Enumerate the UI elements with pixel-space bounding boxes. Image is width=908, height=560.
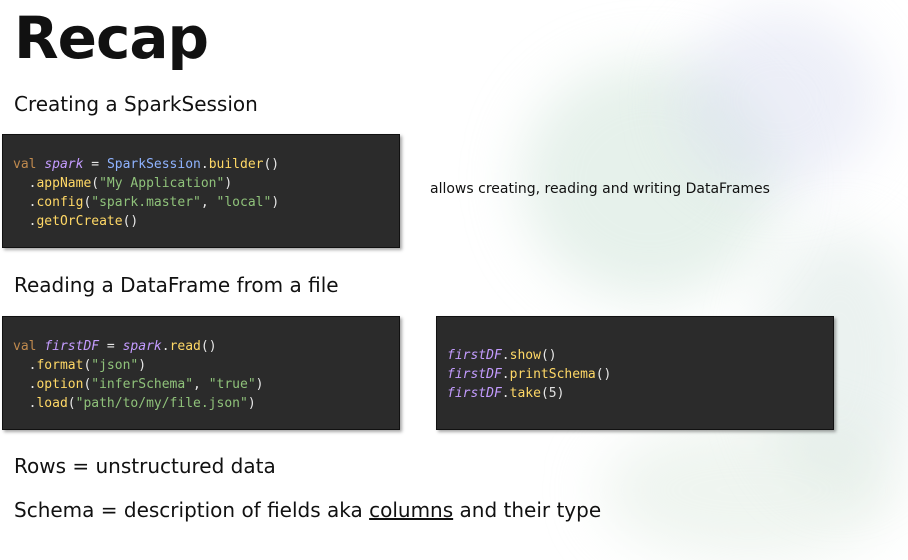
code-token: . bbox=[501, 348, 510, 363]
code-token: . bbox=[501, 386, 510, 401]
code-token: . bbox=[13, 377, 37, 392]
code-token: firstDF bbox=[44, 339, 100, 354]
code-token: option bbox=[36, 377, 84, 392]
code-token: ) bbox=[138, 358, 147, 373]
code-token: SparkSession bbox=[106, 157, 201, 172]
code-token: show bbox=[509, 348, 541, 363]
code-token: config bbox=[36, 195, 84, 210]
code-token: . bbox=[13, 396, 37, 411]
code-token: firstDF bbox=[447, 386, 502, 401]
code-token: = bbox=[83, 157, 107, 172]
actions-code-block: firstDF.show() firstDF.printSchema() fir… bbox=[436, 316, 834, 430]
code-token: . bbox=[200, 157, 209, 172]
code-token: format bbox=[36, 358, 84, 373]
code-token: ) bbox=[271, 195, 280, 210]
code-token: . bbox=[13, 358, 37, 373]
code-token: . bbox=[13, 176, 37, 191]
schema-line: Schema = description of fields aka colum… bbox=[14, 498, 601, 522]
schema-line-suffix: and their type bbox=[453, 498, 602, 522]
code-token: , bbox=[193, 377, 209, 392]
code-token: () bbox=[122, 214, 139, 229]
session-code-block: val spark = SparkSession.builder() .appN… bbox=[2, 134, 400, 248]
code-token: "json" bbox=[91, 358, 139, 373]
code-token: firstDF bbox=[447, 367, 502, 382]
code-token: . bbox=[13, 214, 37, 229]
code-token: firstDF bbox=[447, 348, 502, 363]
read-code-block: val firstDF = spark.read() .format("json… bbox=[2, 316, 400, 430]
code-token: appName bbox=[36, 176, 92, 191]
background-blob bbox=[680, 10, 880, 190]
code-token: val bbox=[13, 339, 37, 354]
code-token: builder bbox=[208, 157, 264, 172]
code-token: "inferSchema" bbox=[91, 377, 194, 392]
code-token: () bbox=[263, 157, 280, 172]
schema-line-prefix: Schema = description of fields aka bbox=[14, 498, 370, 522]
actions-code: firstDF.show() firstDF.printSchema() fir… bbox=[447, 346, 823, 403]
code-token: spark bbox=[122, 339, 162, 354]
code-token: () bbox=[540, 348, 557, 363]
code-token: getOrCreate bbox=[36, 214, 123, 229]
code-token: spark bbox=[44, 157, 84, 172]
code-token: () bbox=[595, 367, 612, 382]
reading-heading: Reading a DataFrame from a file bbox=[14, 273, 339, 297]
session-heading: Creating a SparkSession bbox=[14, 92, 258, 116]
code-token: "My Application" bbox=[99, 176, 225, 191]
rows-line: Rows = unstructured data bbox=[14, 454, 276, 478]
code-token: . bbox=[13, 195, 37, 210]
code-token: ( bbox=[91, 176, 100, 191]
code-token: ( bbox=[67, 396, 76, 411]
columns-term: columns bbox=[369, 498, 454, 522]
code-token: , bbox=[200, 195, 217, 210]
code-token: . bbox=[161, 339, 170, 354]
code-token: "path/to/my/file.json" bbox=[75, 396, 248, 411]
code-token: val bbox=[13, 157, 37, 172]
code-token: "true" bbox=[208, 377, 256, 392]
read-code: val firstDF = spark.read() .format("json… bbox=[13, 337, 389, 413]
code-token: ) bbox=[556, 386, 565, 401]
background-blob bbox=[600, 420, 900, 560]
code-token: "local" bbox=[216, 195, 272, 210]
code-token: () bbox=[200, 339, 217, 354]
code-token: read bbox=[169, 339, 201, 354]
background-blob bbox=[520, 60, 780, 300]
code-token: ) bbox=[247, 396, 256, 411]
code-token: take bbox=[509, 386, 541, 401]
code-token: "spark.master" bbox=[91, 195, 201, 210]
code-token: ) bbox=[255, 377, 264, 392]
slide-title: Recap bbox=[14, 4, 209, 72]
code-token: load bbox=[36, 396, 68, 411]
code-token: ( bbox=[540, 386, 549, 401]
session-description: allows creating, reading and writing Dat… bbox=[430, 181, 770, 197]
code-token: 5 bbox=[548, 386, 557, 401]
code-token: . bbox=[501, 367, 510, 382]
code-token: printSchema bbox=[509, 367, 596, 382]
code-token: ) bbox=[224, 176, 233, 191]
session-code: val spark = SparkSession.builder() .appN… bbox=[13, 155, 389, 231]
code-token: = bbox=[99, 339, 123, 354]
